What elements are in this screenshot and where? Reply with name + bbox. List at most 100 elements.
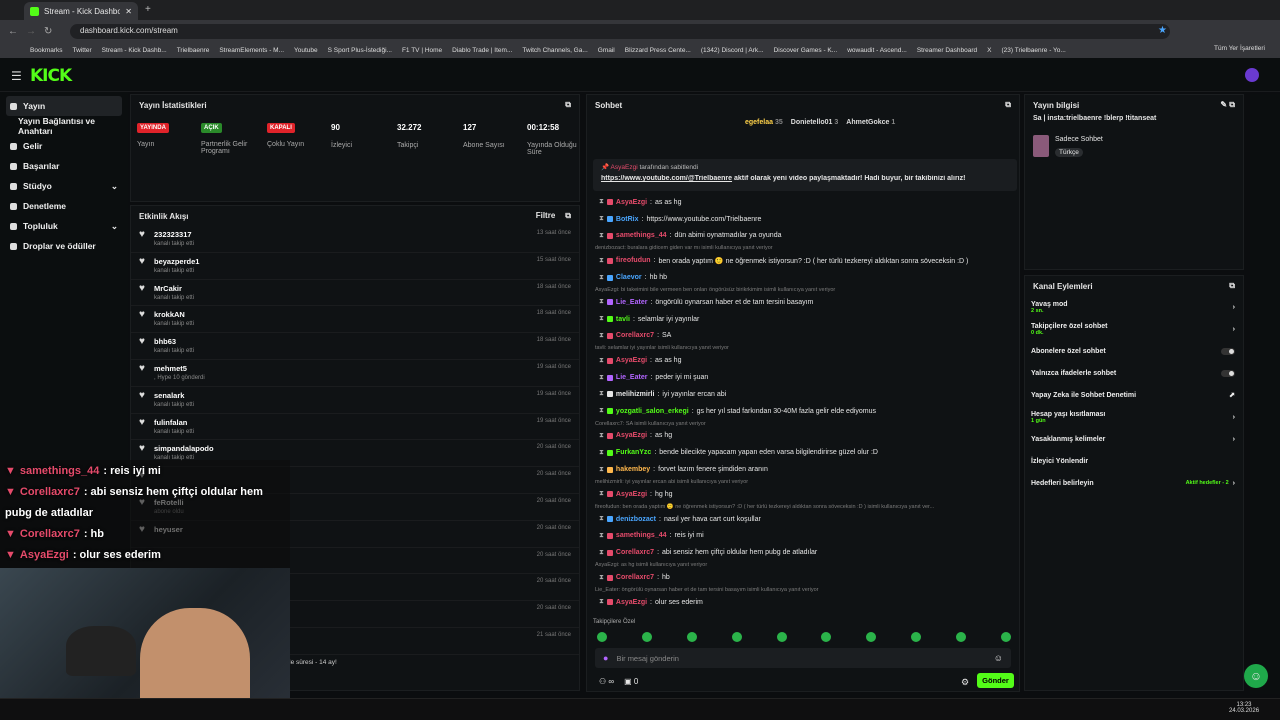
bookmark-item[interactable]: Discover Games - K...	[774, 47, 838, 54]
emote-icon[interactable]	[641, 632, 652, 642]
close-tab-icon[interactable]: ✕	[125, 7, 132, 16]
pin-message-icon[interactable]: ⧗	[599, 574, 604, 582]
bookmark-item[interactable]: Bookmarks	[30, 47, 63, 54]
bookmark-item[interactable]: Youtube	[294, 47, 318, 54]
chat-username[interactable]: samethings_44	[616, 532, 667, 539]
gifter-item[interactable]: egefelaa 35	[745, 119, 783, 126]
emote-icon[interactable]	[686, 632, 697, 642]
sidebar-item-2[interactable]: Gelir	[0, 136, 128, 156]
channel-action[interactable]: Takipçilere özel sohbet 0 dk. ›	[1025, 318, 1243, 340]
chat-username[interactable]: Lie_Eater	[616, 374, 648, 381]
avatar[interactable]	[1245, 68, 1259, 82]
bookmark-item[interactable]: Streamer Dashboard	[917, 47, 977, 54]
emoji-icon[interactable]: ☺	[994, 653, 1003, 663]
event-user[interactable]: krokkAN	[154, 310, 194, 319]
bookmark-item[interactable]: (1342) Discord | Ark...	[701, 47, 764, 54]
popout-icon[interactable]: ⧉	[1005, 100, 1011, 110]
bookmark-item[interactable]: Gmail	[598, 47, 615, 54]
toggle-switch[interactable]	[1221, 347, 1235, 355]
bookmark-item[interactable]: Twitch Channels, Ga...	[522, 47, 587, 54]
channel-action[interactable]: Yavaş mod 2 sn. ›	[1025, 296, 1243, 318]
bookmark-item[interactable]: wowaudit - Ascend...	[847, 47, 907, 54]
action-control[interactable]: ⬈	[1229, 391, 1235, 399]
chevron-down-icon[interactable]: ⌄	[111, 221, 118, 232]
kick-logo[interactable]: KICK	[30, 66, 72, 86]
bookmark-item[interactable]: Blizzard Press Cente...	[625, 47, 691, 54]
event-user[interactable]: MrCakir	[154, 284, 194, 293]
new-tab-button[interactable]: +	[145, 4, 151, 15]
popout-icon[interactable]: ⧉	[565, 211, 571, 220]
gift-icon[interactable]: ▣ 0	[624, 677, 638, 686]
chat-username[interactable]: Lie_Eater	[616, 299, 648, 306]
chat-username[interactable]: melihizmirli	[616, 391, 655, 398]
pin-message-icon[interactable]: ⧗	[599, 432, 604, 440]
pin-message-icon[interactable]: ⧗	[599, 315, 604, 323]
action-control[interactable]: ›	[1233, 414, 1235, 421]
emote-icon[interactable]	[911, 632, 922, 642]
chat-username[interactable]: AsyaEzgi	[616, 432, 647, 439]
channel-action[interactable]: Hedefleri belirleyin Aktif hedefler - 2 ›	[1025, 472, 1243, 494]
pin-message-icon[interactable]: ⧗	[599, 332, 604, 340]
sidebar-item-1[interactable]: Yayın Bağlantısı ve Anahtarı	[0, 116, 128, 136]
pin-message-icon[interactable]: ⧗	[599, 598, 604, 606]
browser-tab[interactable]: Stream - Kick Dashboard ✕	[24, 2, 138, 20]
event-user[interactable]: fulinfalan	[154, 418, 194, 427]
bookmark-item[interactable]: Twitter	[73, 47, 92, 54]
emote-icon[interactable]	[866, 632, 877, 642]
mic-icon[interactable]: ●	[603, 653, 608, 663]
channel-action[interactable]: İzleyici Yönlendir	[1025, 450, 1243, 472]
chat-username[interactable]: FurkanYzc	[616, 449, 651, 456]
pin-message-icon[interactable]: ⧗	[599, 449, 604, 457]
popout-icon[interactable]: ⧉	[1229, 100, 1235, 109]
sidebar-item-0[interactable]: Yayın	[6, 96, 122, 116]
event-user[interactable]: beyazperde1	[154, 257, 199, 266]
settings-icon[interactable]: ⚙	[961, 677, 969, 688]
chat-username[interactable]: Corellaxrc7	[616, 332, 654, 339]
channel-action[interactable]: Abonelere özel sohbet	[1025, 340, 1243, 362]
sidebar-item-3[interactable]: Başarılar	[0, 156, 128, 176]
pin-message-icon[interactable]: ⧗	[599, 407, 604, 415]
emote-icon[interactable]	[821, 632, 832, 642]
bookmark-item[interactable]: X	[987, 47, 991, 54]
chat-username[interactable]: BotRix	[616, 216, 639, 223]
channel-action[interactable]: Hesap yaşı kısıtlaması 1 gün ›	[1025, 406, 1243, 428]
pin-message-icon[interactable]: ⧗	[599, 232, 604, 240]
chevron-right-icon[interactable]: ›	[1233, 414, 1235, 421]
gifter-item[interactable]: AhmetGokce 1	[846, 119, 895, 126]
bookmark-item[interactable]: (23) Trielbaenre - Yo...	[1002, 47, 1066, 54]
popout-icon[interactable]: ⧉	[565, 100, 571, 110]
bookmark-item[interactable]: S Sport Plus-İstediği...	[328, 47, 392, 54]
bookmark-item[interactable]: Diablo Trade | Item...	[452, 47, 512, 54]
chevron-right-icon[interactable]: ›	[1233, 480, 1235, 487]
star-icon[interactable]: ★	[1158, 25, 1167, 36]
url-input[interactable]: dashboard.kick.com/stream	[70, 24, 1170, 39]
sidebar-item-5[interactable]: Denetleme	[0, 196, 128, 216]
menu-icon[interactable]: ☰	[11, 69, 22, 83]
chat-username[interactable]: AsyaEzgi	[616, 491, 647, 498]
edit-icon[interactable]: ✎	[1220, 100, 1227, 109]
pin-message-icon[interactable]: ⧗	[599, 490, 604, 498]
pinned-link[interactable]: https://www.youtube.com/@Trielbaenre	[601, 175, 732, 182]
event-user[interactable]: simpandalapodo	[154, 444, 214, 453]
forward-icon[interactable]: →	[26, 26, 36, 37]
support-chat-icon[interactable]: ☺	[1244, 664, 1268, 688]
chevron-right-icon[interactable]: ›	[1233, 326, 1235, 333]
action-control[interactable]	[1221, 369, 1235, 377]
chat-username[interactable]: tavli	[616, 316, 630, 323]
action-control[interactable]: ›	[1233, 326, 1235, 333]
pin-message-icon[interactable]: ⧗	[599, 215, 604, 223]
channel-action[interactable]: Yalnızca ifadelerle sohbet	[1025, 362, 1243, 384]
chevron-right-icon[interactable]: ›	[1233, 304, 1235, 311]
action-control[interactable]: ›	[1233, 436, 1235, 443]
pin-message-icon[interactable]: ⧗	[599, 257, 604, 265]
pin-message-icon[interactable]: ⧗	[599, 357, 604, 365]
chat-username[interactable]: denizbozact	[616, 516, 656, 523]
pin-message-icon[interactable]: ⧗	[599, 466, 604, 474]
emote-icon[interactable]	[1000, 632, 1011, 642]
send-button[interactable]: Gönder	[977, 673, 1014, 688]
emote-icon[interactable]	[731, 632, 742, 642]
all-bookmarks-link[interactable]: Tüm Yer İşaretleri	[1214, 45, 1265, 52]
pin-message-icon[interactable]: ⧗	[599, 515, 604, 523]
action-control[interactable]	[1221, 347, 1235, 355]
gifter-item[interactable]: Donietello01 3	[791, 119, 838, 126]
